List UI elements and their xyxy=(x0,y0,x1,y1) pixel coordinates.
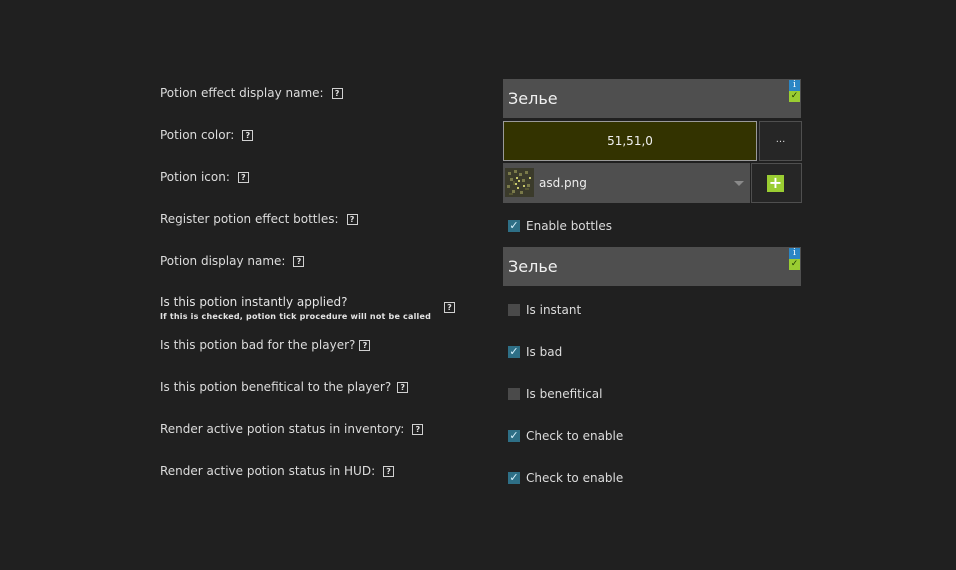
checkbox-box[interactable]: ✓ xyxy=(508,220,520,232)
potion-display-name-input[interactable]: Зелье i ✓ xyxy=(503,247,801,286)
info-icon[interactable]: i xyxy=(789,248,800,259)
potion-icon-thumbnail xyxy=(505,168,534,197)
checkbox-label: Check to enable xyxy=(526,471,624,485)
potion-display-name-value: Зелье xyxy=(508,257,558,276)
label-beneficial: Is this potion benefitical to the player… xyxy=(160,380,409,394)
label-potion-icon: Potion icon: ? xyxy=(160,170,249,184)
label-text: Register potion effect bottles: xyxy=(160,212,339,226)
render-inventory-checkbox[interactable]: ✓ Check to enable xyxy=(508,429,623,443)
is-bad-checkbox[interactable]: ✓ Is bad xyxy=(508,345,562,359)
is-instant-checkbox[interactable]: Is instant xyxy=(508,303,581,317)
label-effect-display-name: Potion effect display name: ? xyxy=(160,86,343,100)
label-text: Potion effect display name: xyxy=(160,86,324,100)
label-text: Potion color: xyxy=(160,128,235,142)
label-register-bottles: Register potion effect bottles: ? xyxy=(160,212,358,226)
help-icon[interactable]: ? xyxy=(293,255,305,267)
info-icon[interactable]: i xyxy=(789,80,800,91)
checkbox-box[interactable] xyxy=(508,304,520,316)
checkbox-label: Is bad xyxy=(526,345,563,359)
potion-color-swatch[interactable]: 51,51,0 xyxy=(503,121,757,161)
label-text: Potion display name: xyxy=(160,254,286,268)
label-render-inventory: Render active potion status in inventory… xyxy=(160,422,424,436)
label-bad: Is this potion bad for the player? ? xyxy=(160,338,371,352)
effect-display-name-value: Зелье xyxy=(508,89,558,108)
label-text: Render active potion status in HUD: xyxy=(160,464,376,478)
checkbox-box[interactable]: ✓ xyxy=(508,346,520,358)
checkbox-box[interactable]: ✓ xyxy=(508,430,520,442)
label-potion-display-name: Potion display name: ? xyxy=(160,254,305,268)
checkbox-label: Check to enable xyxy=(526,429,624,443)
label-subtext: If this is checked, potion tick procedur… xyxy=(160,312,432,321)
label-text: Is this potion bad for the player? xyxy=(160,338,356,352)
help-icon[interactable]: ? xyxy=(242,129,254,141)
help-icon[interactable]: ? xyxy=(444,302,455,313)
checkmark-icon: ✓ xyxy=(789,259,800,270)
checkbox-box[interactable]: ✓ xyxy=(508,472,520,484)
validation-badges: i ✓ xyxy=(789,248,800,270)
label-instant: Is this potion instantly applied? If thi… xyxy=(160,295,455,321)
help-icon[interactable]: ? xyxy=(383,465,395,477)
render-hud-checkbox[interactable]: ✓ Check to enable xyxy=(508,471,623,485)
plus-icon: + xyxy=(767,173,784,192)
help-icon[interactable]: ? xyxy=(412,423,424,435)
color-picker-button[interactable]: ... xyxy=(759,121,802,161)
help-icon[interactable]: ? xyxy=(359,339,371,351)
label-text: Potion icon: xyxy=(160,170,230,184)
label-text: Render active potion status in inventory… xyxy=(160,422,405,436)
checkbox-label: Is instant xyxy=(526,303,582,317)
chevron-down-icon[interactable] xyxy=(734,181,744,186)
enable-bottles-checkbox[interactable]: ✓ Enable bottles xyxy=(508,219,612,233)
checkmark-icon: ✓ xyxy=(789,91,800,102)
potion-icon-dropdown[interactable]: asd.png xyxy=(503,163,750,203)
checkbox-label: Enable bottles xyxy=(526,219,613,233)
help-icon[interactable]: ? xyxy=(397,381,409,393)
label-text: Is this potion instantly applied? xyxy=(160,295,348,309)
is-beneficial-checkbox[interactable]: Is benefitical xyxy=(508,387,602,401)
checkbox-label: Is benefitical xyxy=(526,387,603,401)
help-icon[interactable]: ? xyxy=(331,87,343,99)
help-icon[interactable]: ? xyxy=(237,171,249,183)
label-text: Is this potion benefitical to the player… xyxy=(160,380,392,394)
help-icon[interactable]: ? xyxy=(346,213,358,225)
label-render-hud: Render active potion status in HUD: ? xyxy=(160,464,395,478)
validation-badges: i ✓ xyxy=(789,80,800,102)
add-icon-button[interactable]: + xyxy=(751,163,802,203)
label-potion-color: Potion color: ? xyxy=(160,128,254,142)
effect-display-name-input[interactable]: Зелье i ✓ xyxy=(503,79,801,118)
checkbox-box[interactable] xyxy=(508,388,520,400)
potion-icon-filename: asd.png xyxy=(539,176,587,190)
